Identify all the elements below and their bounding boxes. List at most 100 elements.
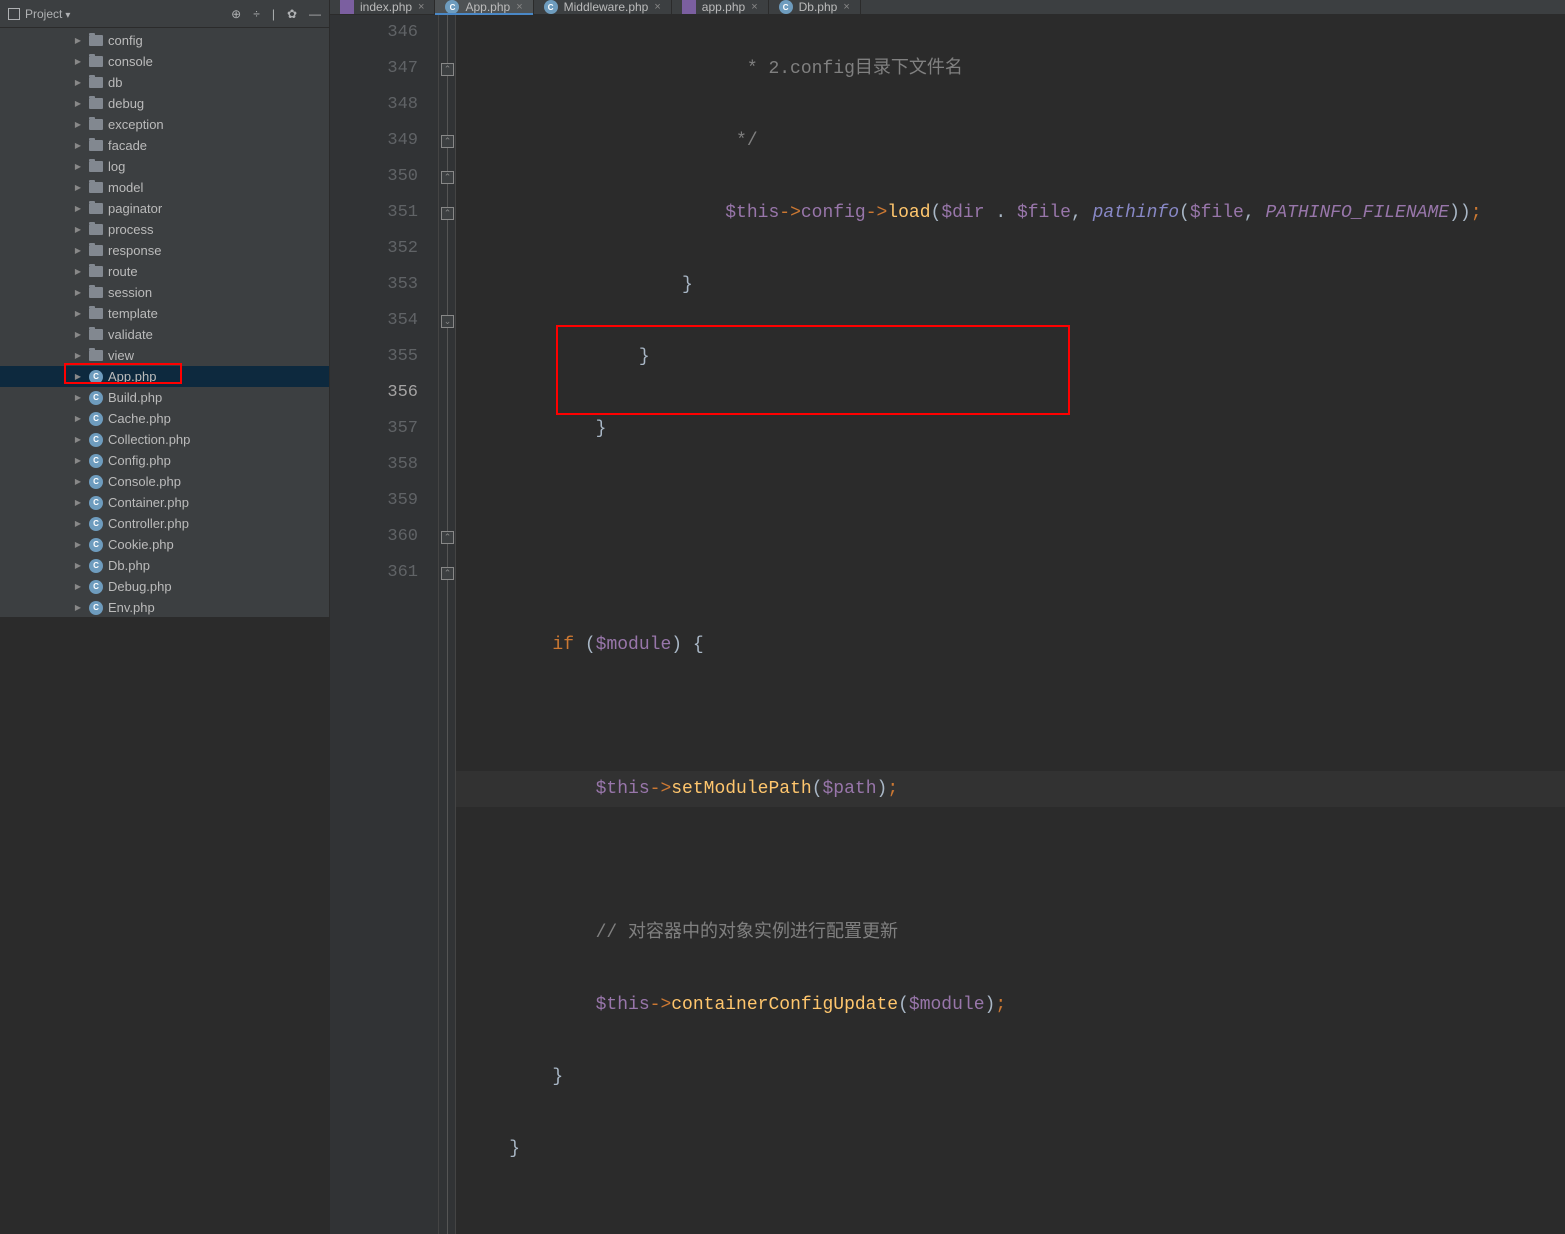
tree-file-label: Cookie.php: [108, 537, 174, 552]
close-icon[interactable]: ×: [843, 1, 849, 13]
chevron-right-icon[interactable]: [72, 287, 84, 299]
tab-db[interactable]: Db.php ×: [769, 0, 861, 14]
chevron-right-icon[interactable]: [72, 203, 84, 215]
locate-icon[interactable]: ⊕: [231, 7, 241, 21]
tree-folder[interactable]: exception: [0, 114, 329, 135]
tree-file[interactable]: Debug.php: [0, 576, 329, 597]
tab-label: Db.php: [799, 0, 838, 14]
chevron-right-icon[interactable]: [72, 266, 84, 278]
tree-file[interactable]: Cookie.php: [0, 534, 329, 555]
tree-file[interactable]: Config.php: [0, 450, 329, 471]
folder-icon: [89, 77, 103, 88]
hide-icon[interactable]: —: [309, 7, 321, 21]
chevron-right-icon[interactable]: [72, 161, 84, 173]
sidebar-title[interactable]: Project: [25, 7, 70, 21]
fold-marker-icon[interactable]: ⌄: [441, 315, 454, 328]
chevron-right-icon[interactable]: [72, 350, 84, 362]
token-var: $module: [596, 635, 672, 655]
tree-file-app[interactable]: App.php: [0, 366, 329, 387]
line-number: 357: [330, 411, 418, 447]
divider-icon: |: [272, 7, 275, 21]
fold-marker-icon[interactable]: ⌃: [441, 171, 454, 184]
tab-middleware[interactable]: Middleware.php×: [534, 0, 672, 14]
tree-file[interactable]: Env.php: [0, 597, 329, 617]
tree-folder[interactable]: session: [0, 282, 329, 303]
token-brace: }: [596, 419, 607, 439]
chevron-right-icon[interactable]: [72, 518, 84, 530]
chevron-right-icon[interactable]: [72, 560, 84, 572]
tree-folder[interactable]: view: [0, 345, 329, 366]
ide-root: Project ⊕ ÷ | ✿ — config console db debu…: [0, 0, 1565, 617]
token-var: $path: [823, 779, 877, 799]
chevron-right-icon[interactable]: [72, 371, 84, 383]
tree-file[interactable]: Container.php: [0, 492, 329, 513]
tree-folder[interactable]: facade: [0, 135, 329, 156]
code-content[interactable]: * 2.config目录下文件名 */ $this->config->load(…: [456, 15, 1565, 1234]
tree-file-label: Console.php: [108, 474, 181, 489]
chevron-right-icon[interactable]: [72, 434, 84, 446]
tree-folder[interactable]: response: [0, 240, 329, 261]
tree-file[interactable]: Cache.php: [0, 408, 329, 429]
tree-folder[interactable]: console: [0, 51, 329, 72]
close-icon[interactable]: ×: [654, 1, 660, 13]
tab-app[interactable]: App.php×: [435, 0, 533, 14]
tree-folder[interactable]: process: [0, 219, 329, 240]
tree-folder[interactable]: db: [0, 72, 329, 93]
project-tree: config console db debug exception facade…: [0, 28, 329, 617]
line-number: 351: [330, 195, 418, 231]
tree-folder[interactable]: validate: [0, 324, 329, 345]
chevron-right-icon[interactable]: [72, 392, 84, 404]
close-icon[interactable]: ×: [516, 1, 522, 13]
chevron-right-icon[interactable]: [72, 77, 84, 89]
settings-icon[interactable]: ✿: [287, 7, 297, 21]
fold-marker-icon[interactable]: ⌃: [441, 567, 454, 580]
tree-folder-label: view: [108, 348, 134, 363]
chevron-right-icon[interactable]: [72, 455, 84, 467]
chevron-right-icon[interactable]: [72, 497, 84, 509]
chevron-right-icon[interactable]: [72, 56, 84, 68]
php-class-icon: [89, 454, 103, 468]
folder-icon: [89, 245, 103, 256]
tree-folder-label: paginator: [108, 201, 162, 216]
tree-folder-label: session: [108, 285, 152, 300]
chevron-right-icon[interactable]: [72, 413, 84, 425]
tab-index[interactable]: index.php×: [330, 0, 435, 14]
php-class-icon: [89, 580, 103, 594]
chevron-right-icon[interactable]: [72, 539, 84, 551]
tree-folder[interactable]: template: [0, 303, 329, 324]
fold-marker-icon[interactable]: ⌃: [441, 135, 454, 148]
tree-folder[interactable]: debug: [0, 93, 329, 114]
tree-file[interactable]: Console.php: [0, 471, 329, 492]
tree-file-label: Cache.php: [108, 411, 171, 426]
chevron-right-icon[interactable]: [72, 140, 84, 152]
folder-icon: [89, 119, 103, 130]
chevron-right-icon[interactable]: [72, 35, 84, 47]
tree-folder[interactable]: route: [0, 261, 329, 282]
close-icon[interactable]: ×: [751, 1, 757, 13]
chevron-right-icon[interactable]: [72, 329, 84, 341]
collapse-icon[interactable]: ÷: [253, 7, 260, 21]
tree-folder[interactable]: model: [0, 177, 329, 198]
tab-app-lower[interactable]: app.php×: [672, 0, 769, 14]
chevron-right-icon[interactable]: [72, 581, 84, 593]
tree-file[interactable]: Controller.php: [0, 513, 329, 534]
chevron-right-icon[interactable]: [72, 98, 84, 110]
chevron-right-icon[interactable]: [72, 119, 84, 131]
tree-folder[interactable]: log: [0, 156, 329, 177]
fold-marker-icon[interactable]: ⌃: [441, 63, 454, 76]
chevron-right-icon[interactable]: [72, 602, 84, 614]
code-editor[interactable]: 346 347 348 349 350 351 352 353 354 355 …: [330, 15, 1565, 1234]
chevron-right-icon[interactable]: [72, 182, 84, 194]
tree-file[interactable]: Collection.php: [0, 429, 329, 450]
close-icon[interactable]: ×: [418, 1, 424, 13]
chevron-right-icon[interactable]: [72, 476, 84, 488]
tree-folder[interactable]: paginator: [0, 198, 329, 219]
tree-file[interactable]: Db.php: [0, 555, 329, 576]
tree-file[interactable]: Build.php: [0, 387, 329, 408]
chevron-right-icon[interactable]: [72, 308, 84, 320]
chevron-right-icon[interactable]: [72, 245, 84, 257]
tree-folder[interactable]: config: [0, 30, 329, 51]
fold-marker-icon[interactable]: ⌃: [441, 207, 454, 220]
chevron-right-icon[interactable]: [72, 224, 84, 236]
fold-marker-icon[interactable]: ⌃: [441, 531, 454, 544]
